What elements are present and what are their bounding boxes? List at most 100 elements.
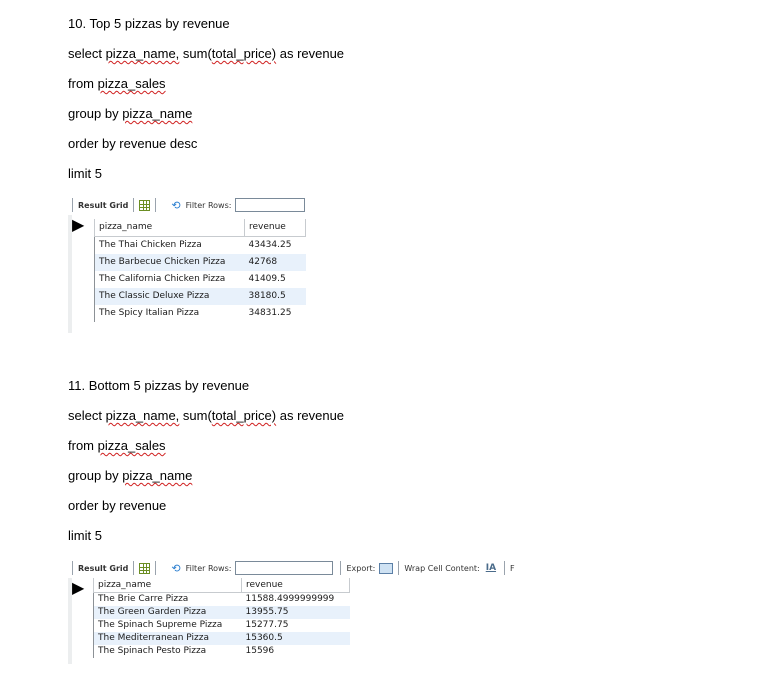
table-row[interactable]: The Classic Deluxe Pizza 38180.5 [94, 288, 306, 305]
cell-pizza-name[interactable]: The Thai Chicken Pizza [94, 236, 245, 254]
toolbar-divider [155, 198, 157, 212]
result-table: pizza_name revenue The Brie Carre Pizza … [93, 578, 350, 658]
current-row-pointer-icon: ▶ [72, 215, 85, 234]
sql-column: pizza_name, [105, 46, 180, 61]
cell-pizza-name[interactable]: The Spinach Supreme Pizza [93, 619, 242, 632]
sql-table: pizza_sales [97, 76, 166, 91]
toolbar-divider [340, 561, 342, 575]
table-row[interactable]: The Spinach Supreme Pizza 15277.75 [93, 619, 350, 632]
cell-pizza-name[interactable]: The Classic Deluxe Pizza [94, 288, 245, 305]
filter-rows-input[interactable] [235, 561, 334, 575]
cell-revenue[interactable]: 15596 [242, 645, 350, 658]
cell-revenue[interactable]: 38180.5 [244, 288, 306, 305]
result-grid-toolbar: Result Grid ⟲ Filter Rows: [72, 195, 306, 215]
wrap-cell-content-icon[interactable]: IA [486, 563, 496, 573]
table-row[interactable]: The Green Garden Pizza 13955.75 [93, 606, 350, 619]
sql-column: pizza_name [122, 106, 193, 121]
result-grid-bottom5: Result Grid ⟲ Filter Rows: Export: Wrap … [68, 558, 573, 666]
sql-keyword: select [68, 408, 106, 423]
table-header-row: pizza_name revenue [93, 578, 350, 593]
sql-order-line: order by revenue [68, 498, 167, 513]
sql-alias: as revenue [276, 408, 345, 423]
cell-pizza-name[interactable]: The Spicy Italian Pizza [94, 305, 245, 322]
grid-body: ▶ pizza_name revenue The Brie Carre Pizz… [72, 578, 360, 664]
sql-fn-arg: total_price) [211, 408, 277, 423]
toolbar-divider [155, 561, 157, 575]
cell-pizza-name[interactable]: The Mediterranean Pizza [93, 632, 242, 645]
sql-column: pizza_name, [105, 408, 180, 423]
table-row[interactable]: The Mediterranean Pizza 15360.5 [93, 632, 350, 645]
toolbar-divider [72, 198, 73, 212]
table-row[interactable]: The Spinach Pesto Pizza 15596 [93, 645, 350, 658]
result-grid-top5: Result Grid ⟲ Filter Rows: ▶ pizza_name … [68, 195, 330, 335]
cell-pizza-name[interactable]: The Barbecue Chicken Pizza [94, 254, 245, 271]
cell-revenue[interactable]: 13955.75 [241, 606, 350, 619]
refresh-icon[interactable]: ⟲ [171, 199, 180, 212]
sql-limit-line: limit 5 [68, 528, 102, 543]
column-header-pizza-name[interactable]: pizza_name [94, 219, 245, 237]
cell-revenue[interactable]: 42768 [244, 254, 306, 271]
cell-revenue[interactable]: 43434.25 [245, 237, 306, 255]
table-row[interactable]: The Spicy Italian Pizza 34831.25 [94, 305, 306, 322]
filter-rows-label: Filter Rows: [185, 563, 232, 573]
sql-keyword: from [68, 76, 98, 91]
sql-select-line: select pizza_name, sum(total_price) as r… [68, 408, 344, 423]
cell-revenue[interactable]: 11588.4999999999 [242, 593, 350, 607]
cell-pizza-name[interactable]: The Brie Carre Pizza [93, 592, 242, 606]
cell-revenue[interactable]: 34831.25 [245, 305, 306, 322]
result-grid-tab[interactable]: Result Grid [78, 201, 128, 210]
table-header-row: pizza_name revenue [94, 219, 306, 237]
sql-keyword: select [68, 46, 106, 61]
toolbar-overflow-text: F [510, 563, 515, 573]
cell-pizza-name[interactable]: The Green Garden Pizza [93, 606, 242, 619]
table-row[interactable]: The Barbecue Chicken Pizza 42768 [94, 254, 306, 271]
cell-pizza-name[interactable]: The Spinach Pesto Pizza [93, 645, 242, 658]
sql-group-line: group by pizza_name [68, 468, 192, 483]
table-row[interactable]: The Brie Carre Pizza 11588.4999999999 [93, 592, 350, 607]
export-label: Export: [346, 563, 376, 573]
current-row-pointer-icon: ▶ [72, 578, 85, 597]
sql-alias: as revenue [276, 46, 345, 61]
toolbar-divider [504, 561, 506, 575]
toolbar-divider [398, 561, 400, 575]
sql-table: pizza_sales [97, 438, 166, 453]
filter-rows-label: Filter Rows: [185, 200, 232, 210]
toolbar-divider [133, 198, 135, 212]
result-grid-toolbar: Result Grid ⟲ Filter Rows: Export: Wrap … [72, 558, 515, 578]
refresh-icon[interactable]: ⟲ [171, 562, 180, 575]
toolbar-divider [133, 561, 135, 575]
filter-rows-input[interactable] [235, 198, 306, 212]
grid-body: ▶ pizza_name revenue The Thai Chicken Pi… [72, 215, 330, 333]
column-header-revenue[interactable]: revenue [244, 219, 306, 237]
sql-fn: sum( [179, 408, 212, 423]
sql-fn: sum( [179, 46, 212, 61]
sql-select-line: select pizza_name, sum(total_price) as r… [68, 46, 344, 61]
section-11-heading: 11. Bottom 5 pizzas by revenue [68, 378, 250, 393]
column-header-revenue[interactable]: revenue [241, 578, 350, 593]
sql-limit-line: limit 5 [68, 166, 102, 181]
table-row[interactable]: The Thai Chicken Pizza 43434.25 [94, 236, 306, 255]
sql-from-line: from pizza_sales [68, 76, 166, 91]
cell-revenue[interactable]: 15360.5 [241, 632, 350, 645]
sql-keyword: from [68, 438, 98, 453]
export-icon[interactable] [379, 562, 394, 574]
sql-group-line: group by pizza_name [68, 106, 192, 121]
cell-revenue[interactable]: 41409.5 [245, 271, 306, 288]
sql-keyword: group by [68, 468, 123, 483]
cell-pizza-name[interactable]: The California Chicken Pizza [94, 271, 245, 288]
section-10-heading: 10. Top 5 pizzas by revenue [68, 16, 230, 31]
result-table: pizza_name revenue The Thai Chicken Pizz… [94, 219, 306, 322]
grid-view-icon[interactable] [139, 562, 151, 574]
sql-order-line: order by revenue desc [68, 136, 198, 151]
cell-revenue[interactable]: 15277.75 [242, 619, 350, 632]
wrap-cell-content-label: Wrap Cell Content: [404, 563, 480, 573]
table-row[interactable]: The California Chicken Pizza 41409.5 [94, 271, 306, 288]
column-header-pizza-name[interactable]: pizza_name [93, 578, 242, 593]
toolbar-divider [72, 561, 73, 575]
result-grid-tab[interactable]: Result Grid [78, 564, 128, 573]
sql-column: pizza_name [122, 468, 193, 483]
sql-keyword: group by [68, 106, 123, 121]
sql-fn-arg: total_price) [211, 46, 277, 61]
sql-from-line: from pizza_sales [68, 438, 166, 453]
grid-view-icon[interactable] [139, 199, 151, 211]
